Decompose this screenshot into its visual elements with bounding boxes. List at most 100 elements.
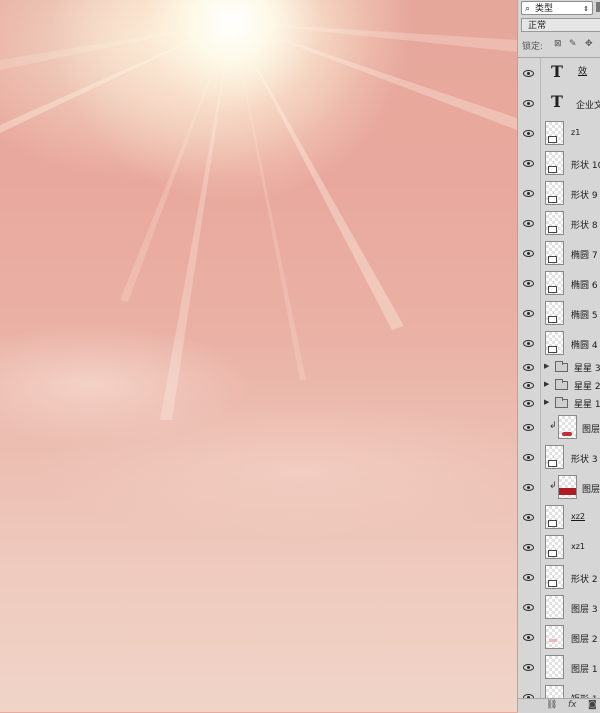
layer-row[interactable]: xz2	[518, 502, 600, 533]
add-mask-icon[interactable]: ◙	[588, 700, 597, 710]
visibility-eye-icon[interactable]	[523, 189, 534, 197]
layer-name: 形状 2	[571, 575, 598, 585]
divider	[540, 622, 541, 652]
layer-row[interactable]: 图层 1	[518, 652, 600, 683]
layer-row[interactable]: ↲ 图层	[518, 412, 600, 443]
layer-row[interactable]: 形状 8	[518, 208, 600, 239]
lock-transparent-icon[interactable]: ⊠	[554, 39, 562, 49]
layer-thumbnail	[545, 535, 564, 559]
shape-badge-icon	[548, 256, 557, 263]
layers-panel: ⌕ 类型 ⇕ 正常 锁定: ⊠ ✎ ✥ T效T企业文 z1 形状 10 形状 9 形状 …	[517, 0, 600, 713]
visibility-eye-icon[interactable]	[523, 603, 534, 611]
clipping-mask-icon: ↲	[549, 421, 557, 431]
layer-name: 椭圆 6	[571, 281, 598, 291]
layer-row[interactable]: 形状 9	[518, 178, 600, 209]
lock-row: 锁定: ⊠ ✎ ✥	[518, 38, 600, 54]
visibility-eye-icon[interactable]	[523, 663, 534, 671]
filter-image-icon[interactable]	[596, 2, 600, 12]
divider	[540, 376, 541, 394]
layer-thumbnail	[545, 655, 564, 679]
lock-move-icon[interactable]: ✥	[585, 39, 593, 49]
visibility-eye-icon[interactable]	[523, 633, 534, 641]
shape-badge-icon	[548, 346, 557, 353]
layer-name: 星星 2	[574, 382, 600, 392]
layer-row[interactable]: z1	[518, 118, 600, 149]
visibility-eye-icon[interactable]	[523, 159, 534, 167]
layer-name: 椭圆 7	[571, 251, 598, 261]
layer-name: 形状 8	[571, 221, 598, 231]
layer-row[interactable]: T 企业文	[518, 88, 600, 119]
folder-icon	[555, 397, 568, 408]
divider	[540, 148, 541, 178]
visibility-eye-icon[interactable]	[523, 309, 534, 317]
shape-badge-icon	[548, 286, 557, 293]
visibility-eye-icon[interactable]	[523, 279, 534, 287]
layer-row[interactable]: 椭圆 5	[518, 298, 600, 329]
visibility-eye-icon[interactable]	[523, 219, 534, 227]
layer-thumbnail	[558, 415, 577, 439]
visibility-eye-icon[interactable]	[523, 513, 534, 521]
layer-row[interactable]: ▶ 星星 3	[518, 358, 600, 377]
layer-thumbnail	[545, 301, 564, 325]
layer-row[interactable]: ▶ 星星 1	[518, 394, 600, 413]
folder-icon	[555, 361, 568, 372]
layer-row[interactable]: 图层 2	[518, 622, 600, 653]
layer-name: 效	[578, 67, 588, 77]
lock-label: 锁定:	[522, 42, 544, 52]
visibility-eye-icon[interactable]	[523, 339, 534, 347]
visibility-eye-icon[interactable]	[523, 249, 534, 257]
visibility-eye-icon[interactable]	[523, 399, 534, 407]
visibility-eye-icon[interactable]	[523, 129, 534, 137]
visibility-eye-icon[interactable]	[523, 69, 534, 77]
thumb-pink-mark	[549, 639, 557, 642]
layer-row[interactable]: 形状 2	[518, 562, 600, 593]
shape-badge-icon	[548, 196, 557, 203]
layer-row[interactable]: ↲ 图层	[518, 472, 600, 503]
visibility-eye-icon[interactable]	[523, 381, 534, 389]
visibility-eye-icon[interactable]	[523, 363, 534, 371]
visibility-eye-icon[interactable]	[523, 483, 534, 491]
divider	[540, 88, 541, 118]
layer-name: 图层 3	[571, 605, 598, 615]
layer-row[interactable]: 椭圆 6	[518, 268, 600, 299]
panel-footer: ⛓ fx ◙	[518, 698, 600, 713]
divider	[540, 358, 541, 376]
expand-triangle-icon[interactable]: ▶	[544, 398, 549, 406]
expand-triangle-icon[interactable]: ▶	[544, 362, 549, 370]
expand-triangle-icon[interactable]: ▶	[544, 380, 549, 388]
layer-thumbnail	[545, 211, 564, 235]
chevron-updown-icon: ⇕	[583, 5, 589, 13]
divider	[540, 328, 541, 358]
layer-name: 椭圆 5	[571, 311, 598, 321]
layer-filter-select[interactable]: ⌕ 类型 ⇕	[521, 1, 593, 15]
layer-row[interactable]: 图层 3	[518, 592, 600, 623]
visibility-eye-icon[interactable]	[523, 99, 534, 107]
shape-badge-icon	[548, 520, 557, 527]
layer-name: 形状 10	[571, 161, 600, 171]
blend-mode-select[interactable]: 正常	[521, 18, 600, 32]
divider	[540, 238, 541, 268]
document-canvas[interactable]	[0, 0, 517, 712]
layer-row[interactable]: 椭圆 7	[518, 238, 600, 269]
layer-row[interactable]: 形状 10	[518, 148, 600, 179]
layer-thumbnail	[545, 121, 564, 145]
visibility-eye-icon[interactable]	[523, 423, 534, 431]
visibility-eye-icon[interactable]	[523, 543, 534, 551]
shape-badge-icon	[548, 580, 557, 587]
layer-row[interactable]: T效	[518, 58, 600, 89]
link-icon[interactable]: ⛓	[546, 700, 557, 710]
layer-thumbnail	[545, 331, 564, 355]
layer-row[interactable]: 椭圆 4	[518, 328, 600, 359]
divider	[540, 532, 541, 562]
layer-name: z1	[571, 128, 581, 137]
visibility-eye-icon[interactable]	[523, 453, 534, 461]
layer-row[interactable]: 形状 3	[518, 442, 600, 473]
lock-brush-icon[interactable]: ✎	[569, 39, 577, 49]
layer-row[interactable]: ▶ 星星 2	[518, 376, 600, 395]
layer-row[interactable]: xz1	[518, 532, 600, 563]
layer-thumbnail	[558, 475, 577, 499]
fx-icon[interactable]: fx	[568, 700, 577, 710]
layer-thumbnail	[545, 505, 564, 529]
visibility-eye-icon[interactable]	[523, 573, 534, 581]
layer-name: 星星 1	[574, 400, 600, 410]
